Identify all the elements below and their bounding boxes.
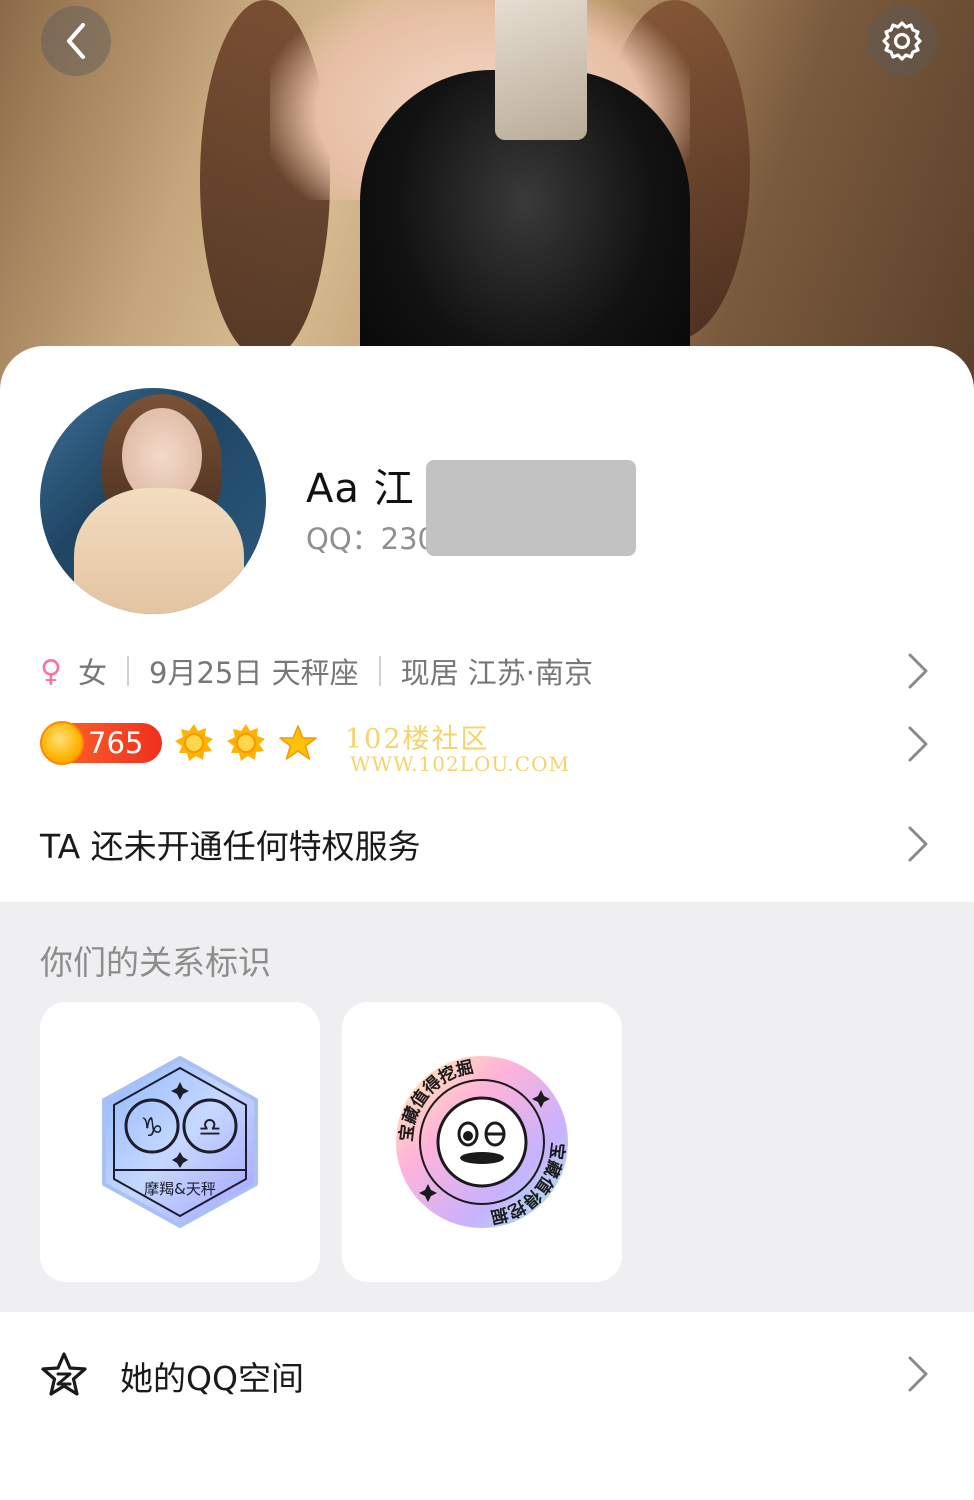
qzone-row[interactable] <box>0 1312 974 1500</box>
watermark: 102楼社区 WWW.102LOU.COM <box>345 726 570 775</box>
sun-icon <box>175 724 213 761</box>
gear-icon <box>882 21 922 61</box>
gender-text: 女 <box>77 656 107 690</box>
redaction-box <box>426 460 636 556</box>
chevron-right-icon[interactable] <box>906 724 930 764</box>
back-button[interactable] <box>41 6 111 76</box>
zodiac-badge-text: 摩羯&天秤 <box>144 1180 216 1198</box>
relation-title: 你们的关系标识 <box>40 943 271 982</box>
star-icon <box>279 725 317 760</box>
qzone-label: 她的QQ空间 <box>120 1359 304 1398</box>
relation-badge-zodiac[interactable]: ♑ ♎ 摩羯&天秤 <box>40 1002 320 1282</box>
relation-badge-treasure[interactable]: 宝藏值得挖掘 宝藏值得挖掘 <box>342 1002 622 1282</box>
chevron-right-icon[interactable] <box>906 1354 930 1394</box>
svg-text:♑: ♑ <box>140 1113 163 1143</box>
level-pill: 765 <box>40 721 162 765</box>
settings-button[interactable] <box>867 6 937 76</box>
qq-number: QQ：230 <box>306 522 437 556</box>
treasure-badge-icon: 宝藏值得挖掘 宝藏值得挖掘 <box>396 1056 568 1228</box>
location-text: 现居 江苏·南京 <box>400 656 594 690</box>
level-badges[interactable]: 765 <box>40 720 318 766</box>
zodiac-badge-icon: ♑ ♎ 摩羯&天秤 <box>102 1056 258 1228</box>
nickname: Aa 江 <box>306 466 415 512</box>
svg-text:♎: ♎ <box>198 1113 221 1143</box>
watermark-line2: WWW.102LOU.COM <box>350 752 570 776</box>
cover-photo[interactable] <box>0 0 974 390</box>
watermark-line1: 102楼社区 <box>345 724 490 755</box>
cover-photo-detail <box>495 0 587 140</box>
chevron-right-icon[interactable] <box>906 651 930 691</box>
basic-info-row[interactable]: ♀ 女 9月25日 天秤座 现居 江苏·南京 <box>40 646 593 696</box>
chevron-right-icon[interactable] <box>906 824 930 864</box>
avatar[interactable] <box>40 388 266 614</box>
level-number: 765 <box>88 726 144 760</box>
divider <box>378 656 381 686</box>
divider <box>127 656 129 686</box>
birthday-text: 9月25日 天秤座 <box>149 656 359 690</box>
chevron-left-icon <box>67 23 85 59</box>
star-outline-icon <box>41 1352 87 1396</box>
level-coin-icon <box>40 721 84 765</box>
privilege-status[interactable]: TA 还未开通任何特权服务 <box>40 820 421 868</box>
sun-icon <box>227 724 265 761</box>
avatar-detail <box>74 488 244 614</box>
female-icon: ♀ <box>40 653 62 689</box>
